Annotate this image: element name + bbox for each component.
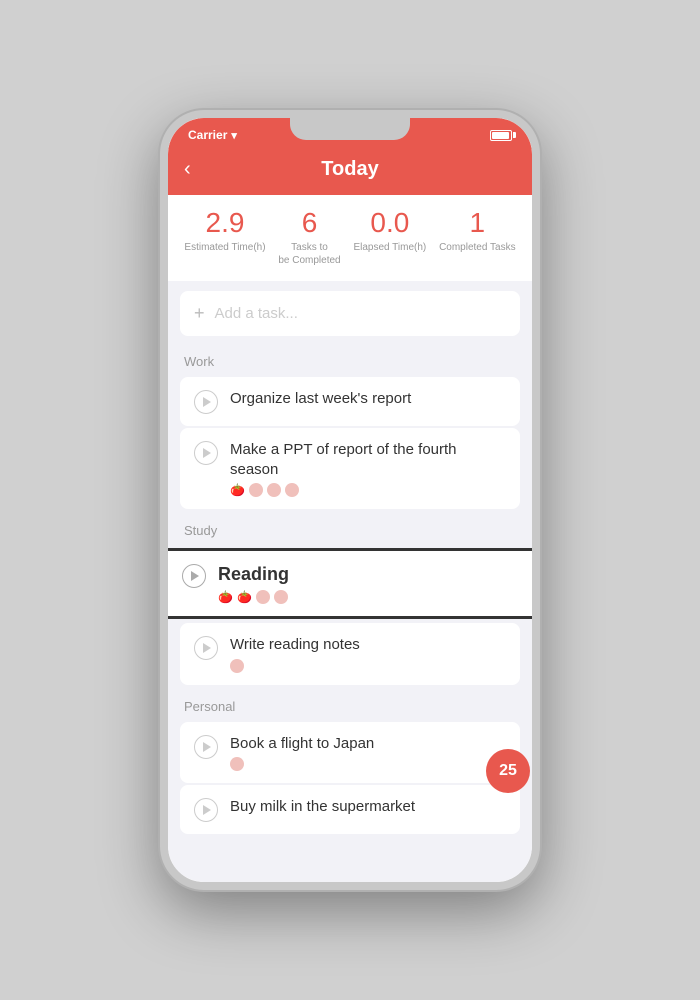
stat-elapsed-time: 0.0 Elapsed Time(h)	[353, 209, 426, 267]
play-button-ppt[interactable]	[194, 441, 218, 465]
task-reading-notes[interactable]: Write reading notes	[180, 623, 520, 685]
tomato-reading-filled-2: 🍅	[237, 590, 252, 604]
task-title-ppt: Make a PPT of report of the fourth seaso…	[230, 440, 506, 479]
stat-completed-tasks: 1 Completed Tasks	[439, 209, 516, 267]
play-button-japan[interactable]	[194, 735, 218, 759]
badge-25: 25	[486, 749, 530, 793]
tomato-filled-1: 🍅	[230, 483, 245, 497]
task-content-japan: Book a flight to Japan	[230, 734, 506, 772]
wifi-icon: ▾	[231, 129, 237, 142]
stat-tasks-label: Tasks tobe Completed	[278, 241, 340, 267]
task-title-reading: Reading	[218, 563, 518, 586]
task-title-organize: Organize last week's report	[230, 389, 506, 409]
phone-screen: Carrier ▾ 6:01 PM ‹ Today 2.9 Estimated …	[168, 118, 532, 882]
stat-completed-label: Completed Tasks	[439, 241, 516, 254]
section-label-study: Study	[168, 511, 532, 544]
task-title-milk: Buy milk in the supermarket	[230, 797, 506, 817]
stat-elapsed-label: Elapsed Time(h)	[353, 241, 426, 254]
status-bar: Carrier ▾ 6:01 PM	[168, 118, 532, 148]
stat-elapsed-value: 0.0	[370, 209, 409, 237]
stats-row: 2.9 Estimated Time(h) 6 Tasks tobe Compl…	[168, 195, 532, 281]
tomatoes-reading-notes	[230, 659, 506, 673]
tomato-notes-empty	[230, 659, 244, 673]
task-reading[interactable]: Reading 🍅 🍅	[168, 551, 532, 616]
task-ppt-report[interactable]: Make a PPT of report of the fourth seaso…	[180, 428, 520, 509]
tomato-reading-empty-2	[274, 590, 288, 604]
stat-estimated-time: 2.9 Estimated Time(h)	[184, 209, 265, 267]
reading-task-wrapper: Reading 🍅 🍅	[168, 548, 532, 619]
task-title-japan: Book a flight to Japan	[230, 734, 506, 754]
tomato-reading-filled-1: 🍅	[218, 590, 233, 604]
badge-value: 25	[499, 762, 517, 780]
phone-frame: Carrier ▾ 6:01 PM ‹ Today 2.9 Estimated …	[160, 110, 540, 890]
task-content-milk: Buy milk in the supermarket	[230, 797, 506, 817]
play-button-reading-notes[interactable]	[194, 636, 218, 660]
tomato-empty-2	[267, 483, 281, 497]
tomato-japan-empty	[230, 757, 244, 771]
add-task-placeholder: Add a task...	[215, 305, 298, 322]
play-button-organize[interactable]	[194, 390, 218, 414]
add-task-plus-icon: +	[194, 303, 205, 324]
play-button-reading[interactable]	[182, 564, 206, 588]
task-buy-milk[interactable]: Buy milk in the supermarket	[180, 785, 520, 834]
carrier-label: Carrier	[188, 128, 227, 142]
tomatoes-reading: 🍅 🍅	[218, 590, 518, 604]
time-label: 6:01 PM	[341, 128, 386, 142]
task-title-reading-notes: Write reading notes	[230, 635, 506, 655]
stat-tasks-to-complete: 6 Tasks tobe Completed	[278, 209, 340, 267]
back-button[interactable]: ‹	[184, 158, 191, 181]
tomato-reading-empty-1	[256, 590, 270, 604]
section-label-work: Work	[168, 342, 532, 375]
task-flight-japan[interactable]: Book a flight to Japan 25	[180, 722, 520, 784]
page-title: Today	[321, 158, 378, 181]
tomatoes-japan	[230, 757, 506, 771]
task-organize-report[interactable]: Organize last week's report	[180, 377, 520, 426]
tomatoes-ppt: 🍅	[230, 483, 506, 497]
add-task-bar[interactable]: + Add a task...	[180, 291, 520, 336]
stat-estimated-time-value: 2.9	[206, 209, 245, 237]
tomato-empty-1	[249, 483, 263, 497]
section-label-personal: Personal	[168, 687, 532, 720]
stat-estimated-time-label: Estimated Time(h)	[184, 241, 265, 254]
stat-completed-value: 1	[470, 209, 486, 237]
task-content-organize: Organize last week's report	[230, 389, 506, 409]
task-list: Work Organize last week's report Make a …	[168, 342, 532, 882]
play-button-milk[interactable]	[194, 798, 218, 822]
stat-tasks-value: 6	[302, 209, 318, 237]
header: ‹ Today	[168, 148, 532, 195]
task-content-reading-notes: Write reading notes	[230, 635, 506, 673]
tomato-empty-3	[285, 483, 299, 497]
task-content-reading: Reading 🍅 🍅	[218, 563, 518, 604]
battery-icon	[490, 130, 512, 141]
task-content-ppt: Make a PPT of report of the fourth seaso…	[230, 440, 506, 497]
